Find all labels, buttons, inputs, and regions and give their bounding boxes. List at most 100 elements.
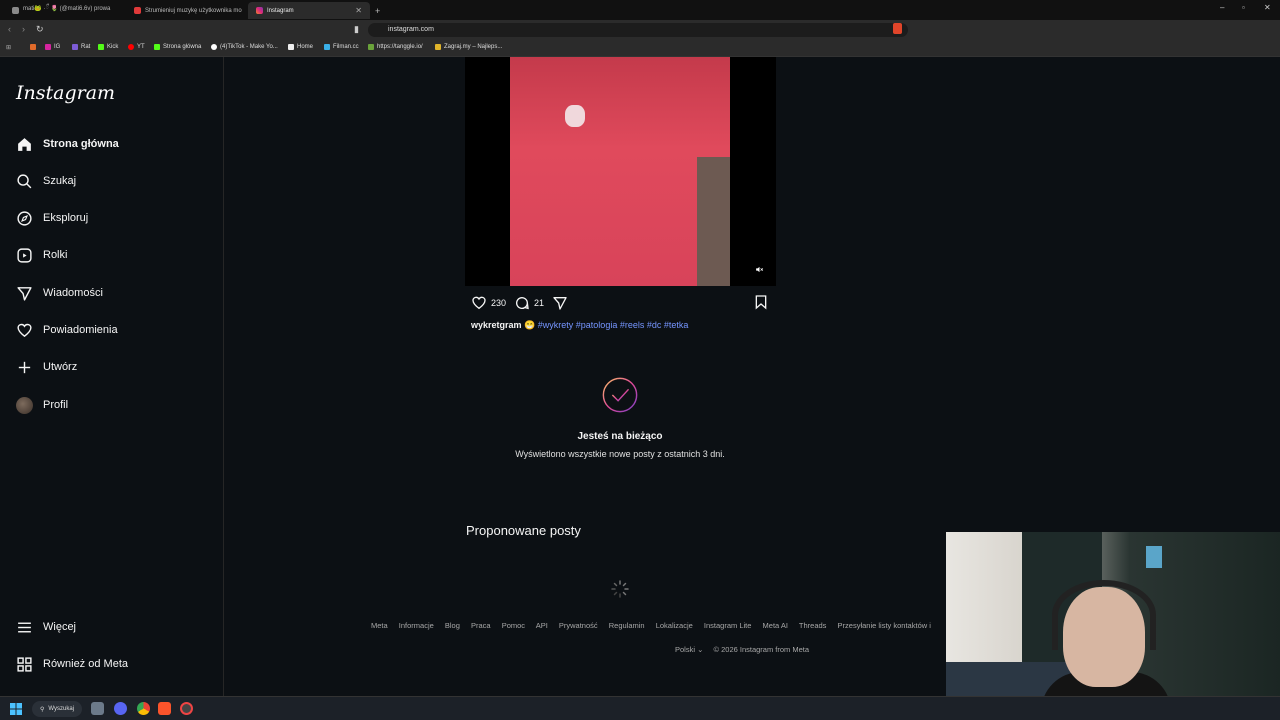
sidebar-item-search[interactable]: Szukaj <box>16 169 76 193</box>
checkmark-icon <box>602 377 638 413</box>
bookmark-tiktok[interactable]: (4)TikTok - Make Yo... <box>211 44 278 50</box>
bookmark-zagraj[interactable]: Zagraj.my – Najleps... <box>435 44 502 50</box>
footer-meta: Polski ⌄ © 2026 Instagram from Meta <box>675 645 809 654</box>
language-select[interactable]: Polski <box>675 645 695 654</box>
new-tab-button[interactable]: + <box>372 2 386 19</box>
footer-link[interactable]: Threads <box>799 621 827 630</box>
bookmark-rat[interactable]: Rat <box>72 44 90 50</box>
instagram-icon <box>45 44 51 50</box>
sidebar-item-create[interactable]: Utwórz <box>16 355 77 379</box>
kick-icon <box>98 44 104 50</box>
sidebar-item-also-from-meta[interactable]: Również od Meta <box>16 652 128 676</box>
share-icon[interactable] <box>552 295 568 311</box>
menu-icon <box>18 622 31 632</box>
sidebar-item-reels[interactable]: Rolki <box>16 243 67 267</box>
tab-music[interactable]: Strumieniuj muzykę użytkownika mo <box>126 2 246 19</box>
sidebar-item-messages[interactable]: Wiadomości <box>16 281 103 305</box>
tab-bar: mati🐸 ·ྀ 🌷 (@mati6.6v) prowa Strumieniuj… <box>0 0 1280 20</box>
comment-count[interactable]: 21 <box>534 298 544 308</box>
footer-link[interactable]: Przesyłanie listy kontaktów i <box>838 621 931 630</box>
bookmark-tanggle[interactable]: https://tanggle.io/ <box>368 44 423 50</box>
messenger-icon <box>17 286 32 301</box>
discord-icon[interactable] <box>114 702 127 715</box>
bookmark-ig[interactable]: IG <box>45 44 60 50</box>
bookmark-folder[interactable] <box>30 44 39 50</box>
minimize-icon[interactable]: – <box>1220 3 1224 12</box>
footer-link[interactable]: API <box>536 621 548 630</box>
post-video[interactable] <box>465 57 776 286</box>
save-bookmark-icon[interactable] <box>753 294 769 310</box>
bookmark-yt[interactable]: YT <box>128 44 145 50</box>
reload-icon[interactable]: ↻ <box>36 24 44 35</box>
footer-link[interactable]: Informacje <box>399 621 434 630</box>
avatar <box>16 396 33 414</box>
close-tab-icon[interactable]: ✕ <box>355 6 362 15</box>
back-icon[interactable]: ‹ <box>8 24 11 34</box>
reels-icon <box>17 247 32 263</box>
footer-link[interactable]: Prywatność <box>559 621 598 630</box>
caption-emoji: 😁 <box>524 320 536 330</box>
headphones <box>1052 580 1156 650</box>
maximize-icon[interactable]: ▫ <box>1242 3 1245 12</box>
comment-icon[interactable] <box>514 295 530 311</box>
kick-icon <box>154 44 160 50</box>
bookmark-icon <box>368 44 374 50</box>
caught-up-subtitle: Wyświetlono wszystkie nowe posty z ostat… <box>515 449 725 459</box>
chrome-icon[interactable] <box>137 702 150 715</box>
post-actions: 230 21 <box>471 294 568 312</box>
footer-link[interactable]: Meta <box>371 621 388 630</box>
bookmark-strona-glowna[interactable]: Strona główna <box>154 44 201 50</box>
x-icon <box>288 44 294 50</box>
post-caption: wykretgram 😁 #wykrety #patologia #reels … <box>471 320 688 331</box>
brave-icon[interactable] <box>158 702 171 715</box>
bookmarks-bar: ⊞ IG Rat Kick YT Strona główna (4)TikTok… <box>0 40 1280 57</box>
bookmark-icon <box>72 44 78 50</box>
footer-link[interactable]: Lokalizacje <box>656 621 693 630</box>
tab-favicon-icon <box>134 7 141 14</box>
bookmark-home[interactable]: Home <box>288 44 313 50</box>
instagram-logo[interactable]: Instagram <box>16 82 115 104</box>
taskbar-search[interactable]: ⚲ Wyszukaj <box>32 701 82 717</box>
sidebar-item-profile[interactable]: Profil <box>16 393 68 417</box>
post-author[interactable]: wykretgram <box>471 320 522 330</box>
windows-start-icon[interactable] <box>10 703 22 715</box>
apps-grid-icon[interactable]: ⊞ <box>6 44 11 51</box>
sidebar-item-more[interactable]: Więcej <box>16 615 76 639</box>
footer-link[interactable]: Meta AI <box>763 621 788 630</box>
task-view-icon[interactable] <box>91 702 104 715</box>
speaker-muted-icon <box>756 266 764 273</box>
tab-instagram[interactable]: Instagram ✕ <box>248 2 370 19</box>
footer-link[interactable]: Praca <box>471 621 491 630</box>
copyright: © 2026 Instagram from Meta <box>713 645 810 654</box>
search-icon <box>17 173 32 188</box>
chevron-down-icon[interactable]: ⌄ <box>697 645 703 654</box>
mute-button[interactable] <box>753 263 766 276</box>
address-bar[interactable]: instagram.com <box>368 23 908 37</box>
sidebar-item-home[interactable]: Strona główna <box>16 132 119 156</box>
bookmark-filman[interactable]: Filman.cc <box>324 44 359 50</box>
tab-favicon-icon <box>12 7 19 14</box>
browser-chrome: mati🐸 ·ྀ 🌷 (@mati6.6v) prowa Strumieniuj… <box>0 0 1280 57</box>
close-window-icon[interactable]: ✕ <box>1264 3 1271 12</box>
hashtags[interactable]: #wykrety #patologia #reels #dc #tetka <box>538 320 689 330</box>
webcam-overlay <box>946 532 1280 720</box>
app-icon[interactable] <box>180 702 193 715</box>
forward-icon[interactable]: › <box>22 24 25 34</box>
bookmark-kick[interactable]: Kick <box>98 44 118 50</box>
footer-link[interactable]: Pomoc <box>502 621 525 630</box>
windows-taskbar: ⚲ Wyszukaj <box>0 696 1280 720</box>
sidebar-item-notifications[interactable]: Powiadomienia <box>16 318 118 342</box>
sidebar-item-explore[interactable]: Eksploruj <box>16 206 88 230</box>
home-icon <box>18 137 31 151</box>
bookmark-icon <box>435 44 441 50</box>
bookmark-page-icon[interactable]: ▮ <box>354 24 359 35</box>
like-count[interactable]: 230 <box>491 298 506 308</box>
footer-link[interactable]: Regulamin <box>609 621 645 630</box>
tiktok-icon <box>211 44 217 50</box>
like-heart-icon[interactable] <box>471 295 487 311</box>
footer-link[interactable]: Instagram Lite <box>704 621 752 630</box>
footer-link[interactable]: Blog <box>445 621 460 630</box>
compass-icon <box>17 210 32 226</box>
tab-tiktok[interactable]: mati🐸 ·ྀ 🌷 (@mati6.6v) prowa <box>4 2 124 19</box>
brave-shield-icon[interactable] <box>893 23 902 34</box>
